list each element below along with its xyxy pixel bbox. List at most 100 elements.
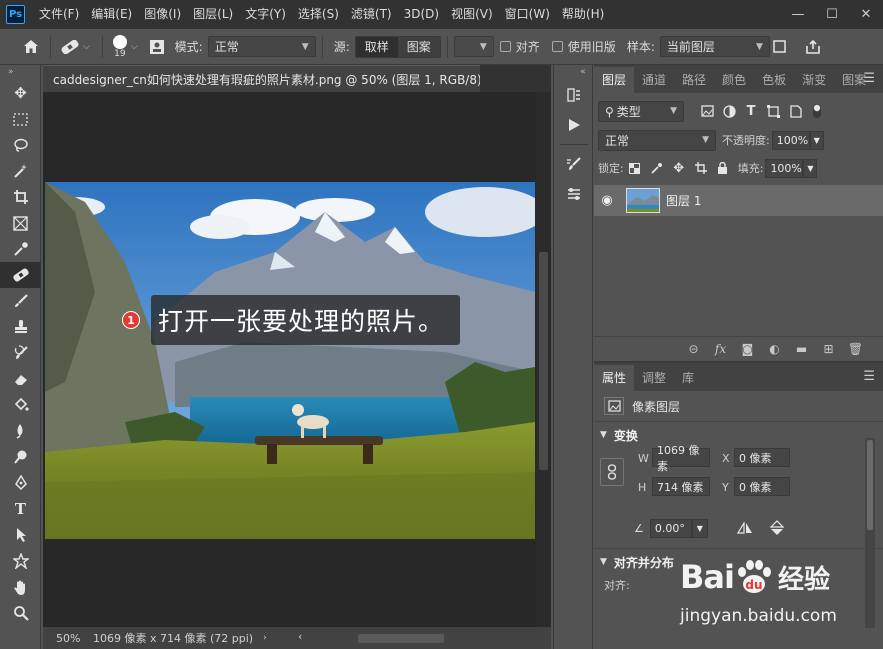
- custom-shape-tool-icon[interactable]: [0, 548, 41, 574]
- zoom-tool-icon[interactable]: [0, 600, 41, 626]
- menu-select[interactable]: 选择(S): [292, 0, 345, 29]
- tab-gradients[interactable]: 渐变: [794, 67, 834, 93]
- history-brush-tool-icon[interactable]: [0, 340, 41, 366]
- menu-view[interactable]: 视图(V): [445, 0, 499, 29]
- tab-paths[interactable]: 路径: [674, 67, 714, 93]
- height-input[interactable]: 714 像素: [652, 477, 710, 496]
- layer-name[interactable]: 图层 1: [666, 192, 701, 209]
- filter-pixel-icon[interactable]: [696, 100, 718, 122]
- fx-icon[interactable]: fx: [707, 342, 734, 356]
- lock-artboard-icon[interactable]: [690, 157, 712, 179]
- brush-settings-icon[interactable]: [144, 34, 170, 60]
- collapse-icon[interactable]: »: [0, 65, 40, 80]
- filter-type-icon[interactable]: T: [740, 100, 762, 122]
- aligned-checkbox[interactable]: 对齐: [499, 38, 540, 55]
- menu-image[interactable]: 图像(I): [138, 0, 187, 29]
- blend-mode-dropdown[interactable]: 正常 ▼: [598, 129, 716, 151]
- menu-edit[interactable]: 编辑(E): [85, 0, 138, 29]
- brush-preset-picker[interactable]: 19: [112, 34, 127, 59]
- filter-adjustment-icon[interactable]: [718, 100, 740, 122]
- chevron-right-icon[interactable]: ›: [263, 633, 267, 643]
- width-input[interactable]: 1069 像素: [652, 444, 710, 473]
- lock-position-icon[interactable]: ✥: [668, 157, 690, 179]
- tab-libraries[interactable]: 库: [674, 365, 702, 391]
- new-group-icon[interactable]: ▬: [788, 342, 815, 356]
- menu-3d[interactable]: 3D(D): [398, 0, 445, 29]
- tab-channels[interactable]: 通道: [634, 67, 674, 93]
- canvas-image[interactable]: [45, 182, 535, 539]
- tab-layers[interactable]: 图层: [594, 67, 635, 93]
- eraser-tool-icon[interactable]: [0, 366, 41, 392]
- maximize-button[interactable]: ☐: [815, 0, 849, 29]
- pattern-picker[interactable]: ▼: [453, 36, 494, 57]
- tab-properties[interactable]: 属性: [594, 365, 635, 391]
- crop-tool-icon[interactable]: [0, 184, 41, 210]
- lock-all-icon[interactable]: [712, 157, 734, 179]
- ignore-adjustment-layers-icon[interactable]: [770, 34, 790, 60]
- actions-play-icon[interactable]: [554, 110, 594, 140]
- panel-menu-icon[interactable]: ☰: [863, 369, 875, 384]
- new-layer-icon[interactable]: ⊞: [815, 342, 842, 356]
- angle-dropdown[interactable]: ▼: [691, 518, 708, 538]
- x-input[interactable]: 0 像素: [734, 448, 790, 467]
- dodge-tool-icon[interactable]: [0, 444, 41, 470]
- flip-horizontal-icon[interactable]: [734, 517, 756, 539]
- paint-bucket-tool-icon[interactable]: [0, 392, 41, 418]
- visibility-eye-icon[interactable]: ◉: [594, 193, 620, 208]
- menu-file[interactable]: 文件(F): [33, 0, 85, 29]
- opacity-dropdown[interactable]: ▼: [809, 130, 824, 150]
- panel-menu-icon[interactable]: ☰: [863, 71, 875, 86]
- lock-transparent-pixels-icon[interactable]: [624, 157, 646, 179]
- close-button[interactable]: ✕: [849, 0, 883, 29]
- angle-input[interactable]: 0.00°: [649, 518, 692, 538]
- layer-item[interactable]: ◉ 图层 1: [594, 185, 883, 216]
- fill-dropdown[interactable]: ▼: [803, 158, 818, 178]
- source-pattern-button[interactable]: 图案: [397, 36, 440, 57]
- flip-vertical-icon[interactable]: [766, 517, 788, 539]
- minimize-button[interactable]: —: [781, 0, 815, 29]
- scroll-thumb[interactable]: [358, 634, 444, 643]
- collapse-icon[interactable]: «: [554, 65, 592, 80]
- sample-dropdown[interactable]: 当前图层 ▼: [659, 36, 770, 57]
- add-mask-icon[interactable]: ◙: [734, 342, 761, 356]
- blur-tool-icon[interactable]: [0, 418, 41, 444]
- brush-settings-panel-icon[interactable]: [554, 149, 594, 179]
- home-icon[interactable]: [18, 34, 44, 60]
- menu-window[interactable]: 窗口(W): [499, 0, 556, 29]
- zoom-level[interactable]: 50%: [43, 632, 93, 645]
- marquee-tool-icon[interactable]: [0, 106, 41, 132]
- link-layers-icon[interactable]: ⊝: [680, 342, 707, 356]
- vertical-scrollbar[interactable]: [536, 92, 551, 627]
- use-legacy-checkbox[interactable]: 使用旧版: [551, 38, 616, 55]
- scroll-left-icon[interactable]: ‹: [298, 630, 302, 643]
- clone-stamp-tool-icon[interactable]: [0, 314, 41, 340]
- filter-shape-icon[interactable]: [762, 100, 784, 122]
- y-input[interactable]: 0 像素: [734, 477, 790, 496]
- magic-wand-tool-icon[interactable]: [0, 158, 41, 184]
- transform-section-header[interactable]: ▼ 变换: [594, 422, 883, 448]
- healing-brush-tool-icon[interactable]: [0, 262, 41, 288]
- lock-image-pixels-icon[interactable]: [646, 157, 668, 179]
- frame-tool-icon[interactable]: [0, 210, 41, 236]
- move-tool-icon[interactable]: ✥: [0, 80, 41, 106]
- pen-tool-icon[interactable]: [0, 470, 41, 496]
- eyedropper-tool-icon[interactable]: [0, 236, 41, 262]
- share-icon[interactable]: [800, 34, 826, 60]
- filter-toggle-icon[interactable]: [806, 100, 828, 122]
- healing-brush-tool-icon[interactable]: [57, 34, 83, 60]
- document-tab[interactable]: caddesigner_cn如何快速处理有瑕疵的照片素材.png @ 50% (…: [43, 65, 480, 92]
- history-panel-icon[interactable]: [554, 80, 594, 110]
- opacity-input[interactable]: 100%: [771, 130, 810, 150]
- scroll-thumb[interactable]: [867, 440, 873, 530]
- link-dimensions-icon[interactable]: [600, 458, 624, 486]
- fill-input[interactable]: 100%: [765, 158, 804, 178]
- tab-swatches[interactable]: 色板: [754, 67, 794, 93]
- menu-filter[interactable]: 滤镜(T): [345, 0, 398, 29]
- properties-scrollbar[interactable]: [865, 438, 875, 628]
- adjustment-layer-icon[interactable]: ◐: [761, 342, 788, 356]
- type-tool-icon[interactable]: T: [0, 496, 41, 522]
- brush-tool-icon[interactable]: [0, 288, 41, 314]
- menu-help[interactable]: 帮助(H): [556, 0, 610, 29]
- menu-type[interactable]: 文字(Y): [239, 0, 292, 29]
- chevron-down-icon[interactable]: ⌵: [131, 42, 138, 52]
